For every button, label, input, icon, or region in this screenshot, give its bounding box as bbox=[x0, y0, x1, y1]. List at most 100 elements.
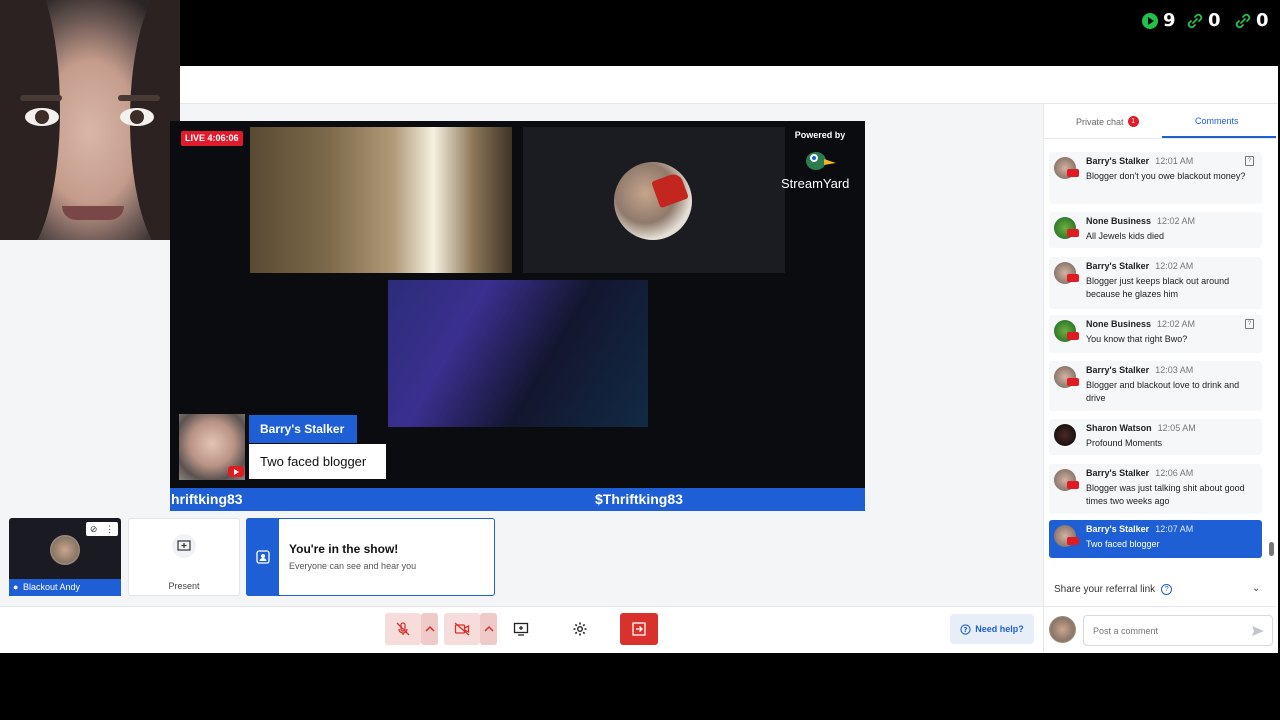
comment-text: Profound Moments bbox=[1086, 438, 1163, 448]
leave-studio-button[interactable] bbox=[620, 613, 658, 645]
mic-options-button[interactable] bbox=[421, 613, 438, 645]
in-show-icon-bar bbox=[246, 518, 279, 596]
in-show-subtitle: Everyone can see and hear you bbox=[289, 561, 417, 571]
referral-label: Share your referral link bbox=[1054, 584, 1156, 595]
streamyard-logo-icon bbox=[806, 152, 836, 170]
lower-third-name: Barry's Stalker bbox=[249, 415, 357, 443]
person-card-icon bbox=[255, 550, 270, 564]
counter-play: 9 bbox=[1141, 10, 1176, 31]
comment-author: Barry's Stalker 12:02 AM bbox=[1086, 261, 1194, 271]
counter-link-2: 0 bbox=[1234, 10, 1269, 31]
comment-text: All Jewels kids died bbox=[1086, 231, 1165, 241]
comment-item[interactable]: None Business 12:02 AM You know that righ… bbox=[1049, 315, 1262, 353]
exit-icon bbox=[632, 622, 646, 636]
comment-text: Blogger and blackout love to drink and d… bbox=[1086, 380, 1240, 403]
mute-mic-button[interactable] bbox=[385, 613, 421, 645]
ticker-text: $Thriftking83 bbox=[595, 491, 683, 507]
comment-author: Barry's Stalker 12:03 AM bbox=[1086, 365, 1194, 375]
guest-video-1 bbox=[250, 127, 512, 273]
lower-third-message: Two faced blogger bbox=[249, 444, 386, 479]
self-tile-controls[interactable]: ⊘ ⋮ bbox=[86, 522, 118, 536]
post-comment-input[interactable] bbox=[1083, 615, 1273, 646]
comment-time: 12:07 AM bbox=[1155, 524, 1194, 534]
comments-scrollbar[interactable] bbox=[1269, 542, 1274, 556]
comment-item[interactable]: Barry's Stalker 12:03 AM Blogger and blac… bbox=[1049, 361, 1262, 411]
help-icon[interactable]: ? bbox=[1161, 584, 1173, 595]
counter-play-value: 9 bbox=[1163, 10, 1176, 31]
tab-comments[interactable]: Comments bbox=[1195, 116, 1239, 126]
streamyard-brand: StreamYard bbox=[781, 176, 850, 191]
camera-off-icon bbox=[454, 622, 470, 636]
comment-author: Sharon Watson 12:05 AM bbox=[1086, 423, 1196, 433]
counter-link-1-value: 0 bbox=[1208, 10, 1221, 31]
ticker-banner: hriftking83 $Thriftking83 bbox=[170, 488, 865, 511]
youtube-icon bbox=[1067, 481, 1079, 489]
comment-text: Blogger don't you owe blackout money? bbox=[1086, 171, 1246, 181]
mic-muted-icon[interactable]: ⊘ bbox=[90, 524, 98, 535]
youtube-icon bbox=[1067, 537, 1079, 545]
comment-time: 12:05 AM bbox=[1157, 423, 1196, 433]
ticker-text: hriftking83 bbox=[171, 491, 243, 507]
studio-header bbox=[180, 66, 1278, 104]
studio-left-area bbox=[0, 240, 170, 518]
comment-time: 12:02 AM bbox=[1157, 216, 1196, 226]
counter-link-1: 0 bbox=[1186, 10, 1221, 31]
more-options-icon[interactable]: ⋮ bbox=[105, 524, 114, 535]
comment-item[interactable]: None Business 12:02 AM All Jewels kids di… bbox=[1049, 212, 1262, 248]
comment-item[interactable]: Barry's Stalker 12:02 AM Blogger just kee… bbox=[1049, 257, 1262, 309]
youtube-icon bbox=[1067, 169, 1079, 177]
avatar bbox=[1054, 424, 1076, 446]
comment-text: Two faced blogger bbox=[1086, 539, 1160, 549]
comment-item[interactable]: Barry's Stalker 12:06 AM Blogger was just… bbox=[1049, 464, 1262, 514]
chevron-down-icon[interactable]: ⌄ bbox=[1252, 583, 1260, 594]
comment-time: 12:02 AM bbox=[1155, 261, 1194, 271]
send-icon[interactable] bbox=[1251, 624, 1265, 638]
comment-author: Barry's Stalker 12:01 AM bbox=[1086, 156, 1194, 166]
comment-time: 12:03 AM bbox=[1155, 365, 1194, 375]
camera-options-button[interactable] bbox=[480, 613, 497, 645]
youtube-icon bbox=[1067, 274, 1079, 282]
share-screen-button[interactable] bbox=[504, 613, 538, 645]
settings-button[interactable] bbox=[563, 613, 597, 645]
person-icon: ● bbox=[13, 582, 19, 592]
comment-time: 12:02 AM bbox=[1157, 319, 1196, 329]
play-icon bbox=[1142, 12, 1158, 29]
referral-link-section[interactable]: Share your referral link ? bbox=[1054, 584, 1173, 595]
webcam-overlay bbox=[0, 0, 180, 240]
comment-item-selected[interactable]: Barry's Stalker 12:07 AM Two faced blogge… bbox=[1049, 520, 1262, 558]
chevron-up-icon bbox=[424, 625, 435, 632]
add-to-stage-icon[interactable]: ? bbox=[1245, 319, 1254, 329]
comment-author: Barry's Stalker 12:07 AM bbox=[1086, 524, 1194, 534]
avatar bbox=[1049, 616, 1076, 643]
comment-author: None Business 12:02 AM bbox=[1086, 319, 1196, 329]
link-icon bbox=[1187, 13, 1203, 28]
mic-off-icon bbox=[396, 622, 410, 636]
gear-icon bbox=[573, 622, 587, 636]
top-bar bbox=[0, 0, 1280, 66]
need-help-button[interactable]: ? Need help? bbox=[950, 614, 1034, 644]
comment-time: 12:06 AM bbox=[1155, 468, 1194, 478]
youtube-icon bbox=[228, 466, 244, 477]
svg-text:?: ? bbox=[964, 626, 968, 634]
comment-item[interactable]: Barry's Stalker 12:01 AM Blogger don't yo… bbox=[1049, 152, 1262, 204]
comment-text: Blogger just keeps black out around beca… bbox=[1086, 276, 1230, 299]
self-name-label: Blackout Andy bbox=[23, 582, 81, 592]
comment-author: Barry's Stalker 12:06 AM bbox=[1086, 468, 1194, 478]
comment-text: Blogger was just talking shit about good… bbox=[1086, 483, 1245, 506]
tab-private-chat[interactable]: Private chat 1 bbox=[1076, 116, 1139, 127]
present-label: Present bbox=[168, 581, 200, 591]
unread-badge: 1 bbox=[1127, 116, 1139, 127]
present-screen-icon[interactable] bbox=[172, 534, 196, 558]
powered-by-label: Powered by bbox=[794, 130, 846, 140]
youtube-icon bbox=[1067, 332, 1079, 340]
tab-divider bbox=[1044, 138, 1276, 139]
panel-divider bbox=[1044, 606, 1276, 607]
comment-item[interactable]: Sharon Watson 12:05 AM Profound Moments bbox=[1049, 419, 1262, 455]
live-badge: LIVE 4:06:06 bbox=[181, 131, 243, 146]
camera-off-button[interactable] bbox=[444, 613, 480, 645]
in-show-card bbox=[246, 518, 495, 596]
guest-video-3 bbox=[388, 280, 648, 427]
add-to-stage-icon[interactable]: ? bbox=[1245, 156, 1254, 166]
self-tile-name: ● Blackout Andy bbox=[9, 579, 121, 596]
avatar bbox=[50, 535, 80, 565]
